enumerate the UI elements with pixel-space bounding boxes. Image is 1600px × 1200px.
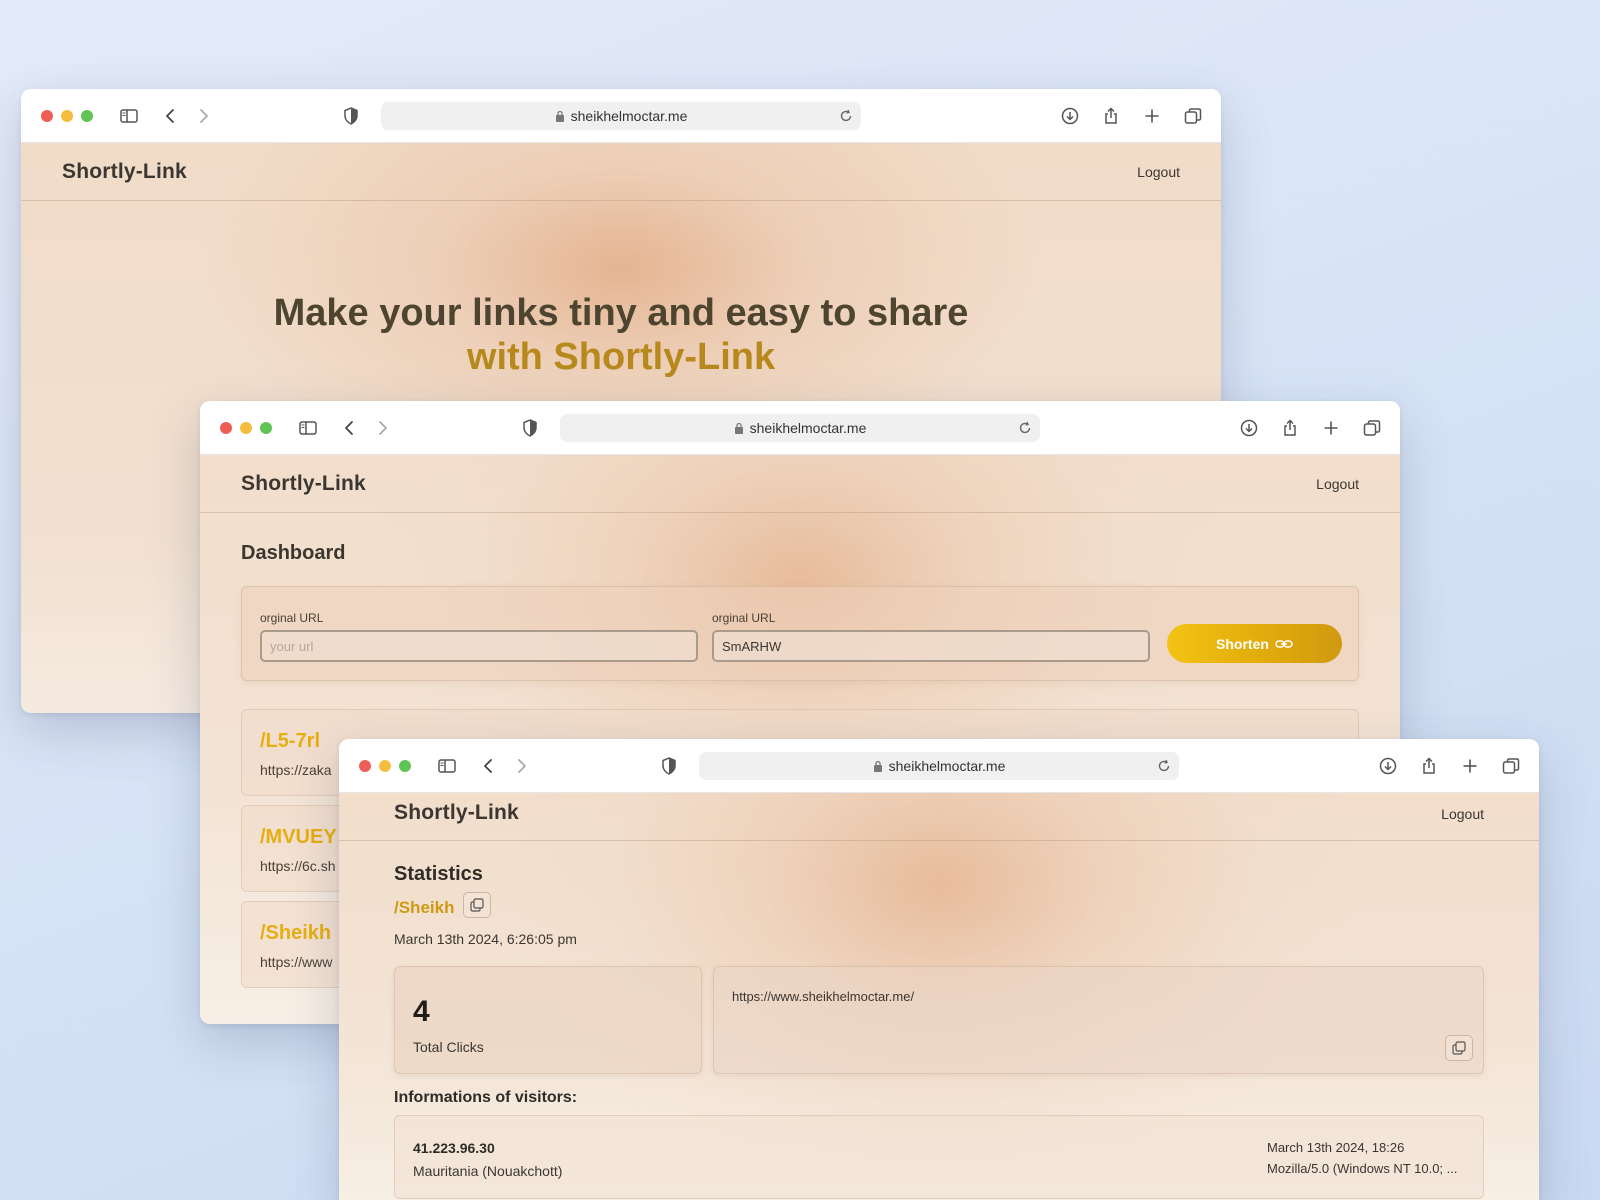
share-icon[interactable]	[1099, 104, 1123, 128]
page-viewport: Shortly-Link Logout Statistics /Sheikh M…	[339, 793, 1539, 1200]
shorten-form: orginal URL orginal URL Shorten	[241, 586, 1359, 681]
short-link-url: https://www	[260, 954, 333, 970]
chevron-left-icon[interactable]	[159, 104, 183, 128]
address-bar[interactable]: sheikhelmoctar.me	[560, 414, 1040, 442]
window-controls	[359, 760, 411, 772]
visitor-ip: 41.223.96.30	[413, 1140, 495, 1156]
brand-logo[interactable]: Shortly-Link	[62, 160, 187, 184]
logout-link[interactable]: Logout	[1316, 476, 1359, 492]
share-icon[interactable]	[1278, 416, 1302, 440]
visitor-user-agent: Mozilla/5.0 (Windows NT 10.0; ...	[1267, 1161, 1458, 1176]
lock-icon	[873, 760, 882, 772]
copy-url-button[interactable]	[1445, 1035, 1473, 1061]
address-bar[interactable]: sheikhelmoctar.me	[381, 102, 861, 130]
download-icon[interactable]	[1376, 754, 1400, 778]
plus-icon[interactable]	[1458, 754, 1482, 778]
copy-icon	[1452, 1041, 1466, 1055]
download-icon[interactable]	[1237, 416, 1261, 440]
visitor-row: 41.223.96.30 Mauritania (Nouakchott) Mar…	[394, 1115, 1484, 1199]
lock-icon	[555, 110, 564, 122]
shield-icon[interactable]	[657, 754, 681, 778]
tabs-overview-icon[interactable]	[1181, 104, 1205, 128]
minimize-window-button[interactable]	[379, 760, 391, 772]
total-clicks-label: Total Clicks	[413, 1039, 484, 1055]
hero-line-2: with Shortly-Link	[466, 336, 776, 378]
minimize-window-button[interactable]	[240, 422, 252, 434]
minimize-window-button[interactable]	[61, 110, 73, 122]
close-window-button[interactable]	[41, 110, 53, 122]
original-url-card: https://www.sheikhelmoctar.me/	[713, 966, 1484, 1074]
share-icon[interactable]	[1417, 754, 1441, 778]
site-navbar: Shortly-Link Logout	[200, 455, 1400, 513]
download-icon[interactable]	[1058, 104, 1082, 128]
browser-window-statistics: sheikhelmoctar.me Shortly-Link Logout St…	[339, 739, 1539, 1200]
zoom-window-button[interactable]	[260, 422, 272, 434]
shorten-button-label: Shorten	[1216, 635, 1269, 652]
browser-toolbar: sheikhelmoctar.me	[200, 401, 1400, 455]
short-link-slug[interactable]: /Sheikh	[260, 922, 331, 945]
original-url-input[interactable]	[260, 630, 698, 662]
logout-link[interactable]: Logout	[1137, 164, 1180, 180]
short-link-slug[interactable]: /L5-7rl	[260, 730, 320, 753]
sidebar-icon[interactable]	[435, 754, 459, 778]
chevron-right-icon[interactable]	[191, 104, 215, 128]
alias-input[interactable]	[712, 630, 1150, 662]
shield-icon[interactable]	[518, 416, 542, 440]
hero-line-1: Make your links tiny and easy to share	[273, 292, 969, 334]
address-text: sheikhelmoctar.me	[570, 108, 688, 124]
chevron-right-icon[interactable]	[370, 416, 394, 440]
address-text: sheikhelmoctar.me	[888, 758, 1006, 774]
shield-icon[interactable]	[339, 104, 363, 128]
reload-icon[interactable]	[1155, 757, 1173, 775]
total-clicks-card: 4 Total Clicks	[394, 966, 702, 1074]
copy-slug-button[interactable]	[463, 892, 491, 918]
site-navbar: Shortly-Link Logout	[21, 143, 1221, 201]
link-icon	[1275, 639, 1293, 648]
visitors-heading: Informations of visitors:	[394, 1089, 578, 1106]
chevron-right-icon[interactable]	[509, 754, 533, 778]
window-controls	[41, 110, 93, 122]
total-clicks-value: 4	[413, 995, 430, 1028]
original-url[interactable]: https://www.sheikhelmoctar.me/	[732, 989, 914, 1004]
original-url-label: orginal URL	[260, 611, 324, 625]
short-link-slug[interactable]: /MVUEY	[260, 826, 337, 849]
short-link-url: https://6c.sh	[260, 858, 336, 874]
sidebar-icon[interactable]	[296, 416, 320, 440]
visitor-location: Mauritania (Nouakchott)	[413, 1163, 563, 1179]
brand-logo[interactable]: Shortly-Link	[241, 472, 366, 496]
lock-icon	[734, 422, 743, 434]
brand-logo[interactable]: Shortly-Link	[394, 801, 519, 825]
shorten-button[interactable]: Shorten	[1167, 624, 1342, 663]
hero-headline: Make your links tiny and easy to share w…	[21, 291, 1221, 379]
short-link-slug[interactable]: /Sheikh	[394, 898, 454, 918]
alias-label: orginal URL	[712, 611, 776, 625]
copy-icon	[470, 898, 484, 912]
address-text: sheikhelmoctar.me	[749, 420, 867, 436]
created-date: March 13th 2024, 6:26:05 pm	[394, 931, 577, 947]
chevron-left-icon[interactable]	[477, 754, 501, 778]
chevron-left-icon[interactable]	[338, 416, 362, 440]
browser-toolbar: sheikhelmoctar.me	[339, 739, 1539, 793]
address-bar[interactable]: sheikhelmoctar.me	[699, 752, 1179, 780]
zoom-window-button[interactable]	[81, 110, 93, 122]
reload-icon[interactable]	[1016, 419, 1034, 437]
tabs-overview-icon[interactable]	[1499, 754, 1523, 778]
page-title: Dashboard	[241, 542, 346, 564]
zoom-window-button[interactable]	[399, 760, 411, 772]
sidebar-icon[interactable]	[117, 104, 141, 128]
close-window-button[interactable]	[220, 422, 232, 434]
close-window-button[interactable]	[359, 760, 371, 772]
short-link-url: https://zaka	[260, 762, 332, 778]
plus-icon[interactable]	[1319, 416, 1343, 440]
reload-icon[interactable]	[837, 107, 855, 125]
browser-toolbar: sheikhelmoctar.me	[21, 89, 1221, 143]
site-navbar: Shortly-Link Logout	[339, 793, 1539, 841]
tabs-overview-icon[interactable]	[1360, 416, 1384, 440]
visitor-time: March 13th 2024, 18:26	[1267, 1140, 1405, 1155]
page-title: Statistics	[394, 863, 483, 885]
window-controls	[220, 422, 272, 434]
logout-link[interactable]: Logout	[1441, 806, 1484, 822]
plus-icon[interactable]	[1140, 104, 1164, 128]
